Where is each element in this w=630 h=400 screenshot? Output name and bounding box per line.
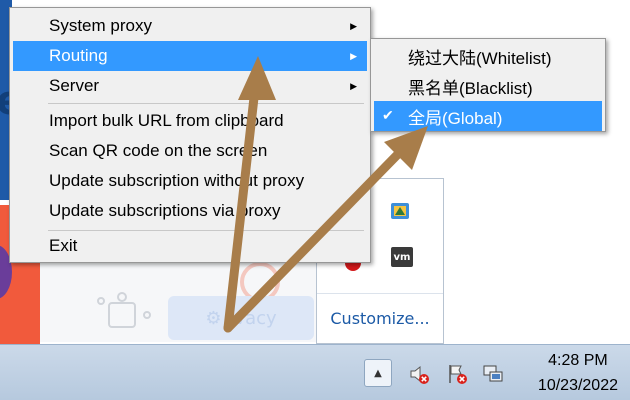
menu-separator — [48, 103, 364, 104]
menu-item-system-proxy[interactable]: System proxy ▶ — [13, 11, 367, 41]
arrowhead-global — [384, 126, 428, 170]
menu-item-label: Exit — [49, 236, 78, 255]
robot-illustration-icon — [97, 292, 151, 328]
menu-item-label: Update subscription without proxy — [49, 171, 305, 190]
taskbar: ▲ 4:28 PM 10/23/2022 — [0, 344, 630, 400]
tray-context-menu: System proxy ▶ Routing ▶ Server ▶ Import… — [9, 7, 371, 263]
menu-item-label: Import bulk URL from clipboard — [49, 111, 284, 130]
gear-icon: ⚙ — [205, 307, 222, 329]
network-icon[interactable] — [482, 363, 504, 385]
clock-date: 10/23/2022 — [537, 377, 618, 394]
menu-item-label: 全局(Global) — [408, 108, 503, 128]
popup-divider — [317, 293, 443, 294]
submenu-arrow-icon: ▶ — [350, 51, 357, 61]
routing-submenu: 绕过大陆(Whitelist) 黑名单(Blacklist) ✔ 全局(Glob… — [370, 38, 606, 132]
menu-item-server[interactable]: Server ▶ — [13, 71, 367, 101]
vm-icon[interactable]: vm — [391, 247, 413, 267]
routing-item-global[interactable]: ✔ 全局(Global) — [374, 101, 602, 131]
menu-item-import-bulk-url[interactable]: Import bulk URL from clipboard — [13, 106, 367, 136]
menu-item-scan-qr[interactable]: Scan QR code on the screen — [13, 136, 367, 166]
menu-item-exit[interactable]: Exit — [13, 231, 367, 261]
menu-item-label: 绕过大陆(Whitelist) — [408, 48, 552, 68]
menu-item-label: 黑名单(Blacklist) — [408, 78, 533, 98]
submenu-arrow-icon: ▶ — [350, 21, 357, 31]
clock-time: 4:28 PM — [548, 352, 608, 369]
menu-item-label: Update subscriptions via proxy — [49, 201, 281, 220]
submenu-arrow-icon: ▶ — [350, 81, 357, 91]
show-hidden-icons-button[interactable]: ▲ — [364, 359, 392, 387]
background-privacy-button: ⚙ ivacy — [168, 296, 314, 340]
app-icon[interactable] — [389, 201, 411, 221]
routing-item-whitelist[interactable]: 绕过大陆(Whitelist) — [374, 41, 602, 71]
action-center-flag-icon[interactable] — [446, 363, 468, 385]
menu-item-label: Server — [49, 76, 100, 95]
menu-item-label: Scan QR code on the screen — [49, 141, 268, 160]
menu-item-routing[interactable]: Routing ▶ — [13, 41, 367, 71]
menu-item-label: System proxy — [49, 16, 152, 35]
taskbar-clock[interactable]: 4:28 PM 10/23/2022 — [538, 351, 618, 397]
menu-item-update-sub-no-proxy[interactable]: Update subscription without proxy — [13, 166, 367, 196]
routing-item-blacklist[interactable]: 黑名单(Blacklist) — [374, 71, 602, 101]
vm-icon-label: vm — [393, 251, 411, 263]
menu-item-label: Routing — [49, 46, 108, 65]
menu-item-update-sub-via-proxy[interactable]: Update subscriptions via proxy — [13, 196, 367, 226]
customize-link[interactable]: Customize... — [317, 309, 443, 328]
privacy-button-label: ivacy — [229, 307, 277, 329]
speaker-muted-icon[interactable] — [408, 363, 430, 385]
checkmark-icon: ✔ — [382, 107, 394, 123]
